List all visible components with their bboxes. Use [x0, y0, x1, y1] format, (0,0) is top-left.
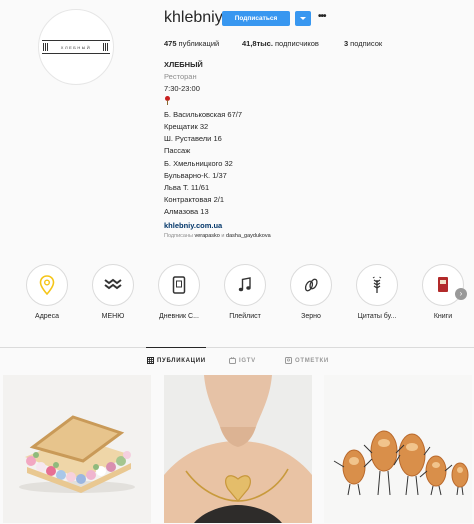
- pushpin-icon: [164, 95, 170, 105]
- posts-stat: 475 публикаций: [164, 39, 242, 48]
- grid-icon: [147, 357, 154, 364]
- highlight-label: Плейлист: [229, 313, 261, 320]
- profile-bio: ХЛЕБНЫЙ Ресторан 7:30-23:00 Б. Васильков…: [164, 59, 364, 232]
- more-options-button[interactable]: •••: [318, 12, 330, 24]
- map-pin-icon: [39, 275, 55, 295]
- highlight-label: Книги: [433, 313, 453, 320]
- highlight-label: Цитаты бу...: [357, 313, 397, 320]
- highlight-diary[interactable]: Дневник С...: [157, 264, 201, 320]
- posts-count: 475: [164, 39, 177, 48]
- followed-by-user[interactable]: verapasko: [194, 233, 219, 239]
- tab-label: ПУБЛИКАЦИИ: [157, 357, 206, 364]
- croissant-figures-image: [324, 375, 472, 523]
- followed-by-and: и: [221, 233, 225, 239]
- igtv-icon: [229, 357, 236, 364]
- flower-sandwich-image: [3, 375, 151, 523]
- tab-igtv[interactable]: IGTV: [229, 357, 256, 364]
- active-tab-indicator: [146, 347, 206, 348]
- wheat-pattern-icon: [104, 278, 122, 290]
- following-count: 3: [344, 39, 349, 48]
- followed-by: Подписаны verapasko и dasha_gaydukova: [164, 233, 271, 239]
- highlight-playlist[interactable]: Плейлист: [223, 264, 267, 320]
- followers-stat[interactable]: 41,8тыс. подписчиков: [242, 39, 344, 48]
- bread-pendant-necklace-image: [164, 375, 312, 523]
- post-thumbnail[interactable]: [324, 375, 472, 523]
- tabs-divider: [0, 347, 474, 348]
- profile-username: khlebniy: [164, 9, 223, 26]
- opening-hours: 7:30-23:00: [164, 84, 200, 94]
- highlight-addresses[interactable]: Адреса: [25, 264, 69, 320]
- address-line: Крещатик 32: [164, 122, 209, 132]
- address-line: Б. Васильковская 67/7: [164, 109, 243, 119]
- website-link[interactable]: khlebniy.com.ua: [164, 220, 364, 232]
- tab-label: ОТМЕТКИ: [295, 357, 329, 364]
- highlight-quotes[interactable]: Цитаты бу...: [355, 264, 399, 320]
- highlight-label: Дневник С...: [159, 313, 199, 320]
- highlight-label: Зерно: [301, 313, 321, 320]
- address-line: Контрактовая 2/1: [164, 195, 224, 205]
- following-label: подписок: [350, 39, 383, 48]
- profile-category: Ресторан: [164, 72, 197, 82]
- book-icon: [438, 277, 448, 292]
- follow-button[interactable]: Подписаться: [222, 11, 290, 26]
- post-thumbnail[interactable]: [3, 375, 151, 523]
- followed-by-user[interactable]: dasha_gaydukova: [226, 233, 271, 239]
- chevron-down-icon: [300, 17, 306, 20]
- highlight-label: Адреса: [35, 313, 59, 320]
- profile-full-name: ХЛЕБНЫЙ: [164, 60, 203, 69]
- followers-label: подписчиков: [274, 39, 319, 48]
- address-line: Алмазова 13: [164, 207, 209, 217]
- address-line: Ш. Руставели 16: [164, 134, 222, 144]
- tab-posts[interactable]: ПУБЛИКАЦИИ: [147, 357, 206, 364]
- profile-stats: 475 публикаций 41,8тыс. подписчиков 3 по…: [164, 39, 382, 48]
- grain-icon: [304, 278, 318, 292]
- wheat-ear-icon: [372, 276, 382, 293]
- followed-by-prefix: Подписаны: [164, 233, 193, 239]
- following-stat[interactable]: 3 подписок: [344, 39, 382, 48]
- highlight-label: МЕНЮ: [101, 313, 125, 320]
- music-note-icon: [238, 277, 251, 292]
- tagged-user-icon: [285, 357, 292, 364]
- posts-label: публикаций: [178, 39, 220, 48]
- tab-label: IGTV: [239, 357, 256, 364]
- tab-tagged[interactable]: ОТМЕТКИ: [285, 357, 329, 364]
- post-thumbnail[interactable]: [164, 375, 312, 523]
- brand-logo: ХЛЕБНЫЙ: [42, 40, 110, 54]
- suggestions-dropdown-button[interactable]: [295, 11, 311, 26]
- profile-avatar[interactable]: ХЛЕБНЫЙ: [38, 9, 114, 85]
- chevron-right-icon[interactable]: ›: [455, 288, 467, 300]
- followers-count: 41,8тыс.: [242, 39, 273, 48]
- diary-icon: [172, 276, 186, 294]
- highlight-grain[interactable]: Зерно: [289, 264, 333, 320]
- address-line: Б. Хмельницкого 32: [164, 158, 233, 168]
- address-line: Пассаж: [164, 146, 191, 156]
- address-line: Бульварно-К. 1/37: [164, 170, 227, 180]
- highlight-menu[interactable]: МЕНЮ: [91, 264, 135, 320]
- address-line: Льва Т. 11/61: [164, 183, 210, 193]
